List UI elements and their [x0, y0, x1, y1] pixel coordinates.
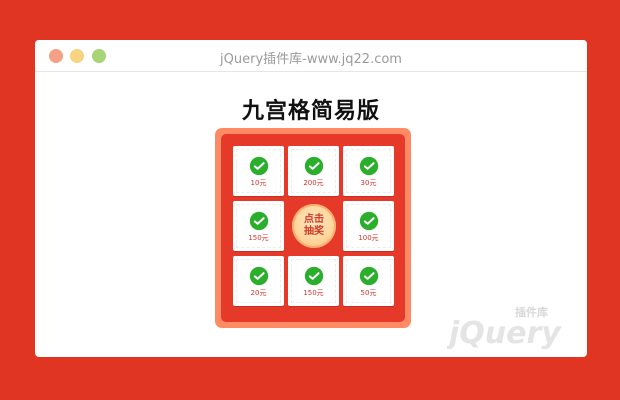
prize-label: 150元 — [303, 289, 324, 297]
prize-cell-7: 20元 — [233, 256, 284, 306]
prize-label: 50元 — [360, 289, 377, 297]
svg-text:插件库: 插件库 — [515, 305, 548, 319]
wechat-icon — [249, 156, 268, 176]
start-label-line1: 点击 — [304, 214, 324, 225]
wechat-icon — [249, 266, 268, 286]
wechat-icon — [359, 266, 378, 286]
prize-cell-1: 10元 — [233, 146, 284, 196]
prize-label: 20元 — [250, 289, 267, 297]
title-bar: jQuery插件库-www.jq22.com — [35, 40, 587, 72]
lottery-board: 10元 200元 30元 150元 点击 抽奖 100元 20元 150元 50… — [215, 128, 411, 328]
wechat-icon — [359, 156, 378, 176]
wechat-icon — [249, 211, 268, 231]
jquery-logo-watermark: jQuery 插件库 — [447, 305, 562, 349]
svg-text:jQuery: jQuery — [447, 316, 562, 349]
wechat-icon — [359, 211, 378, 231]
prize-cell-5: 50元 — [343, 256, 394, 306]
wechat-icon — [304, 266, 323, 286]
browser-window: jQuery插件库-www.jq22.com 九宫格简易版 10元 200元 3… — [35, 40, 587, 357]
prize-cell-8: 150元 — [233, 201, 284, 251]
prize-label: 30元 — [360, 179, 377, 187]
start-label-line2: 抽奖 — [304, 226, 324, 237]
prize-label: 10元 — [250, 179, 267, 187]
prize-cell-4: 100元 — [343, 201, 394, 251]
start-draw-button[interactable]: 点击 抽奖 — [292, 204, 336, 248]
prize-label: 200元 — [303, 179, 324, 187]
prize-label: 100元 — [358, 234, 379, 242]
wechat-icon — [304, 156, 323, 176]
lottery-grid: 10元 200元 30元 150元 点击 抽奖 100元 20元 150元 50… — [221, 134, 405, 322]
prize-cell-3: 30元 — [343, 146, 394, 196]
prize-cell-2: 200元 — [288, 146, 339, 196]
prize-label: 150元 — [248, 234, 269, 242]
prize-cell-6: 150元 — [288, 256, 339, 306]
window-title: jQuery插件库-www.jq22.com — [220, 52, 402, 67]
page-title: 九宫格简易版 — [241, 99, 380, 124]
